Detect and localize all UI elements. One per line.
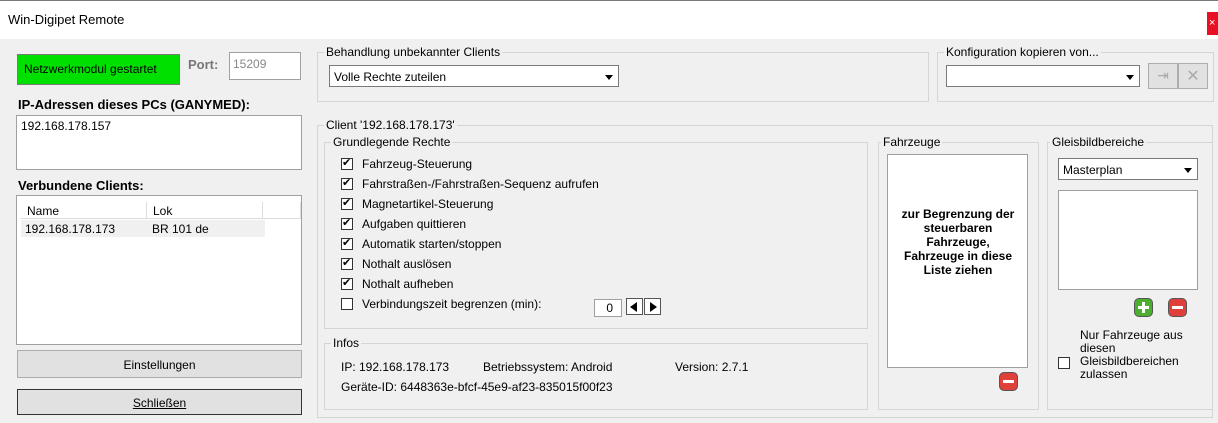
unknown-clients-label: Behandlung unbekannter Clients xyxy=(324,45,503,59)
port-input[interactable]: 15209 xyxy=(229,52,301,80)
clients-heading: Verbundene Clients: xyxy=(18,178,144,193)
copy-config-label: Konfiguration kopieren von... xyxy=(944,45,1101,59)
minus-icon xyxy=(1172,306,1183,309)
copy-config-group: Konfiguration kopieren von... ⇥ ✕ xyxy=(937,45,1214,102)
right-checkbox[interactable] xyxy=(341,236,353,250)
column-header-name[interactable]: Name xyxy=(21,202,147,219)
info-device-id: Geräte-ID: 6448363e-bfcf-45e9-af23-83501… xyxy=(341,380,613,394)
add-area-button[interactable] xyxy=(1134,298,1153,317)
client-label: Client '192.168.178.173' xyxy=(324,118,457,132)
close-icon: ✕ xyxy=(1186,68,1200,85)
column-header-filler xyxy=(263,202,301,219)
areas-list[interactable] xyxy=(1058,190,1198,290)
minus-icon xyxy=(1003,380,1014,383)
time-limit-input[interactable]: 0 xyxy=(594,299,622,317)
chevron-down-icon[interactable] xyxy=(600,67,617,85)
remove-area-button[interactable] xyxy=(1168,298,1187,317)
close-window-button[interactable]: × xyxy=(1207,12,1218,35)
column-header-lok[interactable]: Lok xyxy=(147,202,263,219)
client-lok-cell: BR 101 de xyxy=(152,222,209,236)
port-label: Port: xyxy=(188,57,219,72)
areas-label: Gleisbildbereiche xyxy=(1050,135,1147,149)
title-bar: Win-Digipet Remote × xyxy=(0,0,1218,39)
right-checkbox[interactable] xyxy=(341,196,353,210)
right-label: Automatik starten/stoppen xyxy=(362,237,502,251)
vehicles-label: Fahrzeuge xyxy=(881,135,943,149)
copy-apply-button[interactable]: ⇥ xyxy=(1148,63,1178,89)
settings-button[interactable]: Einstellungen xyxy=(17,350,302,378)
right-checkbox[interactable] xyxy=(341,156,353,170)
ip-list-item[interactable]: 192.168.178.157 xyxy=(21,119,301,133)
spin-left-button[interactable] xyxy=(626,298,643,315)
unknown-clients-value: Volle Rechte zuteilen xyxy=(334,70,447,84)
areas-only-checkbox[interactable] xyxy=(1058,357,1070,369)
window-title: Win-Digipet Remote xyxy=(8,12,125,27)
right-label: Verbindungszeit begrenzen (min): xyxy=(362,297,542,311)
right-checkbox[interactable] xyxy=(341,176,353,190)
spin-right-button[interactable] xyxy=(644,298,661,315)
remove-vehicle-button[interactable] xyxy=(999,372,1018,391)
info-os: Betriebssystem: Android xyxy=(483,360,613,374)
ip-list[interactable]: 192.168.178.157 xyxy=(16,115,302,170)
right-label: Aufgaben quittieren xyxy=(362,217,467,231)
ip-heading: IP-Adressen dieses PCs (GANYMED): xyxy=(18,97,250,112)
right-label: Fahrstraßen-/Fahrstraßen-Sequenz aufrufe… xyxy=(362,177,599,191)
unknown-clients-select[interactable]: Volle Rechte zuteilen xyxy=(329,65,619,87)
right-label: Nothalt aufheben xyxy=(362,277,454,291)
chevron-down-icon[interactable] xyxy=(1179,160,1196,178)
unknown-clients-group: Behandlung unbekannter Clients Volle Rec… xyxy=(317,45,929,102)
right-checkbox[interactable] xyxy=(341,216,353,230)
right-checkbox[interactable] xyxy=(341,276,353,290)
clients-list[interactable]: Name Lok 192.168.178.173 BR 101 de xyxy=(16,195,302,345)
right-checkbox[interactable] xyxy=(341,256,353,270)
close-button[interactable]: Schließen xyxy=(17,389,302,415)
right-checkbox[interactable] xyxy=(341,298,353,310)
info-ip: IP: 192.168.178.173 xyxy=(341,360,450,374)
copy-cancel-button[interactable]: ✕ xyxy=(1178,63,1208,89)
vehicles-hint: zur Begrenzung der steuerbaren Fahrzeuge… xyxy=(901,207,1015,277)
right-label: Fahrzeug-Steuerung xyxy=(362,157,473,171)
plus-icon xyxy=(1142,302,1145,313)
arrow-right-icon xyxy=(650,302,657,312)
areas-select[interactable]: Masterplan xyxy=(1058,158,1198,180)
info-version: Version: 2.7.1 xyxy=(675,360,749,374)
table-row[interactable]: 192.168.178.173 BR 101 de xyxy=(21,220,265,237)
right-label: Nothalt auslösen xyxy=(362,257,452,271)
right-label: Magnetartikel-Steuerung xyxy=(362,197,494,211)
network-status: Netzwerkmodul gestartet xyxy=(17,54,180,85)
vehicles-list[interactable]: zur Begrenzung der steuerbaren Fahrzeuge… xyxy=(887,154,1028,368)
arrow-left-icon xyxy=(630,302,637,312)
client-name-cell: 192.168.178.173 xyxy=(25,222,116,236)
copy-config-select[interactable] xyxy=(946,65,1140,87)
areas-value: Masterplan xyxy=(1063,163,1123,177)
close-button-label: Schließen xyxy=(132,396,187,410)
rights-label: Grundlegende Rechte xyxy=(331,135,453,149)
apply-icon: ⇥ xyxy=(1157,67,1169,83)
infos-label: Infos xyxy=(331,336,362,350)
areas-only-label: Nur Fahrzeuge aus diesen Gleisbildbereic… xyxy=(1080,328,1183,381)
chevron-down-icon[interactable] xyxy=(1121,67,1138,85)
infos-group: Infos xyxy=(324,336,868,410)
